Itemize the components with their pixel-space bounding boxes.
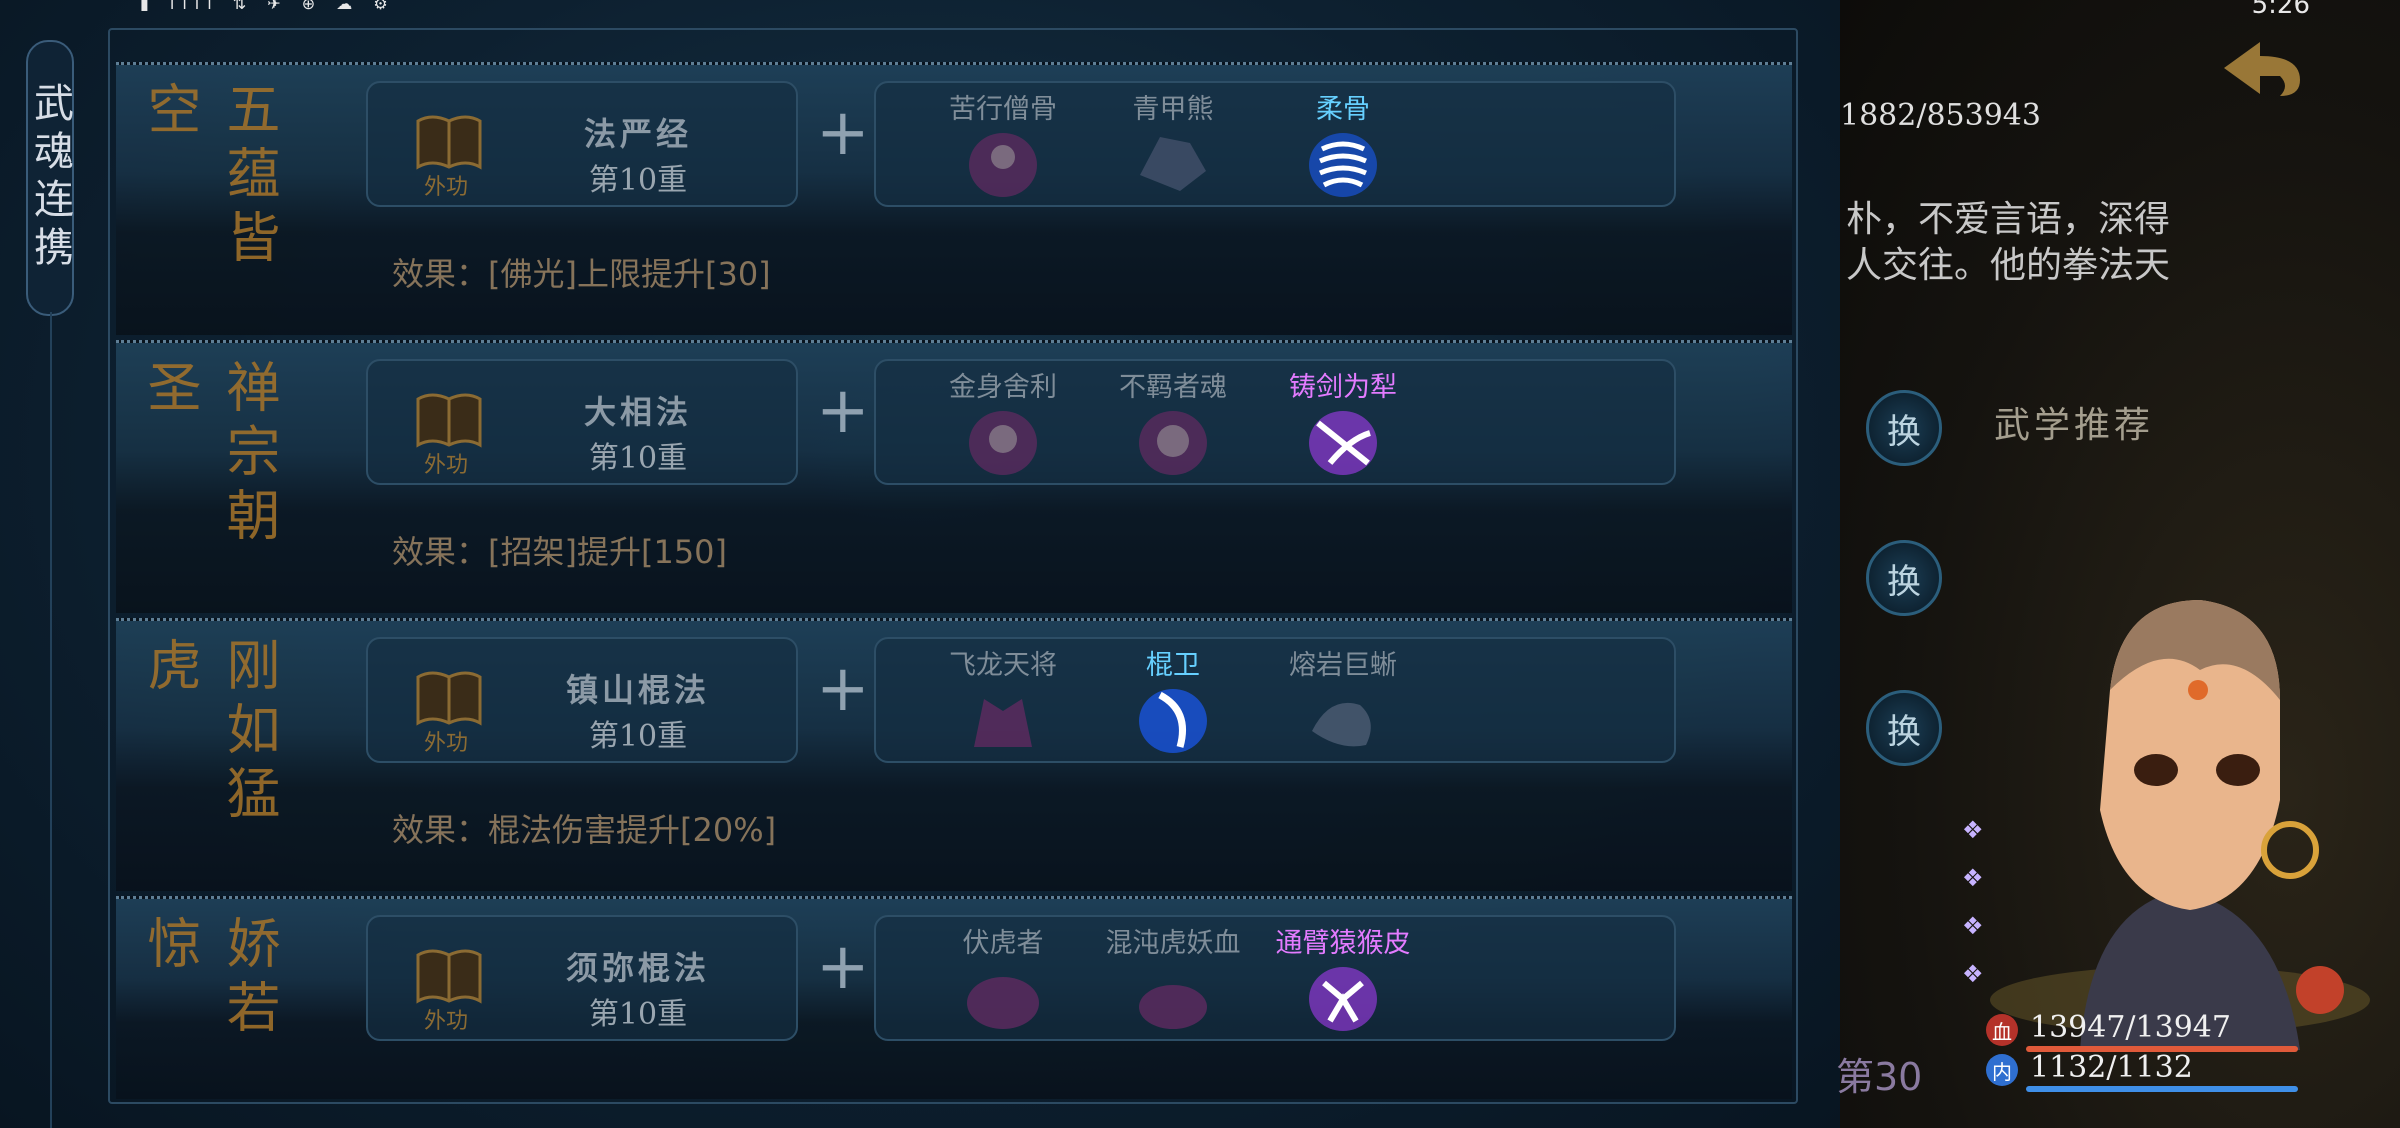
book-icon [416,671,482,726]
soul-slot[interactable]: 混沌虎妖血 [1088,921,1258,1035]
monk-bone-icon [969,133,1037,197]
status-bar: ▮ ıııl ⇅ ✈ ⊕ ☁ ⚙ 5:26 [0,0,2400,20]
soul-name: 飞龙天将 [949,650,1057,681]
hp-value: 13947/13947 [2030,1010,2231,1045]
hp-badge: 血 [1986,1014,2018,1046]
soul-name: 不羁者魂 [1119,372,1227,403]
ribcage-icon [1309,133,1377,197]
combo-effect: 效果：[佛光]上限提升[30] [392,255,771,293]
swap-button[interactable]: 换 [1866,390,1942,466]
soul-name: 熔岩巨蜥 [1289,650,1397,681]
combo-effect: 效果：棍法伤害提升[20%] [392,811,777,849]
soul-card: 飞龙天将 棍卫 熔岩巨蜥 [874,637,1676,763]
soul-slot[interactable]: 金身舍利 [918,365,1088,479]
combo-title: 禅宗朝圣 [138,359,280,551]
skill-level: 第10重 [588,719,688,754]
soul-slot[interactable]: 飞龙天将 [918,643,1088,757]
soul-slot[interactable]: 苦行僧骨 [918,87,1088,201]
skill-card[interactable]: 外功 镇山棍法 第10重 [366,637,798,763]
tab-wuhun-link[interactable]: 武魂连携 [26,40,74,316]
skill-type: 外功 [424,175,469,200]
book-icon [416,949,482,1004]
swap-button[interactable]: 换 [1866,540,1942,616]
soul-slot[interactable]: 棍卫 [1088,643,1258,757]
soul-name: 铸剑为犁 [1289,372,1397,403]
sword-plow-icon [1309,411,1377,475]
status-time: 5:26 [2251,0,2310,20]
skill-card[interactable]: 外功 大相法 第10重 [366,359,798,485]
plus-icon: + [816,652,870,726]
combo-row: 五蕴皆空 外功 法严经 第10重 + 苦行僧骨 青甲熊 柔骨 效果：[佛光]上限… [116,62,1792,335]
plus-icon: + [816,374,870,448]
skill-level: 第10重 [588,441,688,476]
soul-card: 苦行僧骨 青甲熊 柔骨 [874,81,1676,207]
status-icons: ▮ ıııl ⇅ ✈ ⊕ ☁ ⚙ [140,0,396,13]
plus-icon: + [816,930,870,1004]
recommend-skills[interactable]: 武学推荐 [1994,396,2154,448]
free-soul-icon [1139,411,1207,475]
soul-slot[interactable]: 伏虎者 [918,921,1088,1035]
tiger-tamer-icon [967,977,1039,1029]
description-line: 人交往。他的拳法天 [1846,245,2171,286]
combo-title: 刚如猛虎 [138,637,280,829]
soul-slot[interactable]: 不羁者魂 [1088,365,1258,479]
swap-button[interactable]: 换 [1866,690,1942,766]
description-line: 朴，不爱言语，深得 [1846,199,2171,240]
combo-title: 娇若惊 [138,915,280,1043]
back-arrow-icon[interactable] [2220,36,2304,100]
soul-slot[interactable]: 青甲熊 [1088,87,1258,201]
skill-card[interactable]: 外功 法严经 第10重 [366,81,798,207]
skill-name: 须弥棍法 [565,949,710,987]
level-text: 第30 [1836,1055,1923,1099]
soul-name: 通臂猿猴皮 [1275,928,1411,959]
combo-row: 禅宗朝圣 外功 大相法 第10重 + 金身舍利 不羁者魂 铸剑为犁 效果：[招架… [116,340,1792,613]
skill-name: 法严经 [583,115,692,153]
swap-label: 换 [1887,561,1921,602]
swap-label: 换 [1887,411,1921,452]
soul-count: 1882/853943 [1840,98,2041,133]
skill-level: 第10重 [588,163,688,198]
skill-type: 外功 [424,731,469,756]
soul-slot[interactable]: 通臂猿猴皮 [1258,921,1428,1035]
soul-card: 伏虎者 混沌虎妖血 通臂猿猴皮 [874,915,1676,1041]
tiger-blood-icon [1139,985,1207,1029]
dragon-general-icon [974,699,1032,747]
skill-type: 外功 [424,1009,469,1034]
skill-level: 第10重 [588,997,688,1032]
lava-lizard-icon [1312,702,1371,747]
tab-label: 武魂连携 [27,82,73,274]
soul-slot[interactable]: 柔骨 [1258,87,1428,201]
combo-row: 刚如猛虎 外功 镇山棍法 第10重 + 飞龙天将 棍卫 熔岩巨蜥 效果：棍法伤害… [116,618,1792,891]
book-icon [416,393,482,448]
combo-title: 五蕴皆空 [138,81,280,273]
plus-icon: + [816,96,870,170]
combo-row: 娇若惊 外功 须弥棍法 第10重 + 伏虎者 混沌虎妖血 通臂猿猴皮 [116,896,1792,1099]
soul-name: 棍卫 [1146,650,1200,681]
soul-name: 青甲熊 [1132,94,1214,125]
mp-badge: 内 [1986,1054,2018,1086]
ape-hide-icon [1309,967,1377,1031]
soul-name: 苦行僧骨 [949,94,1057,125]
skill-name: 大相法 [583,393,692,431]
skill-name: 镇山棍法 [565,671,710,709]
mp-value: 1132/1132 [2030,1050,2193,1085]
swap-label: 换 [1887,711,1921,752]
soul-slot[interactable]: 铸剑为犁 [1258,365,1428,479]
book-icon [416,115,482,170]
armored-bear-icon [1140,137,1206,191]
soul-card: 金身舍利 不羁者魂 铸剑为犁 [874,359,1676,485]
mp-bar [2026,1086,2298,1092]
skill-card[interactable]: 外功 须弥棍法 第10重 [366,915,798,1041]
side-divider [50,312,52,1128]
staff-guard-icon [1139,689,1207,753]
soul-name: 混沌虎妖血 [1105,928,1241,959]
soul-name: 金身舍利 [949,372,1057,403]
soul-name: 柔骨 [1316,94,1370,125]
soul-slot[interactable]: 熔岩巨蜥 [1258,643,1428,757]
golden-relic-icon [969,411,1037,475]
soul-name: 伏虎者 [962,928,1044,959]
character-portrait[interactable] [1960,580,2380,1050]
skill-type: 外功 [424,453,469,478]
combo-effect: 效果：[招架]提升[150] [392,533,728,571]
